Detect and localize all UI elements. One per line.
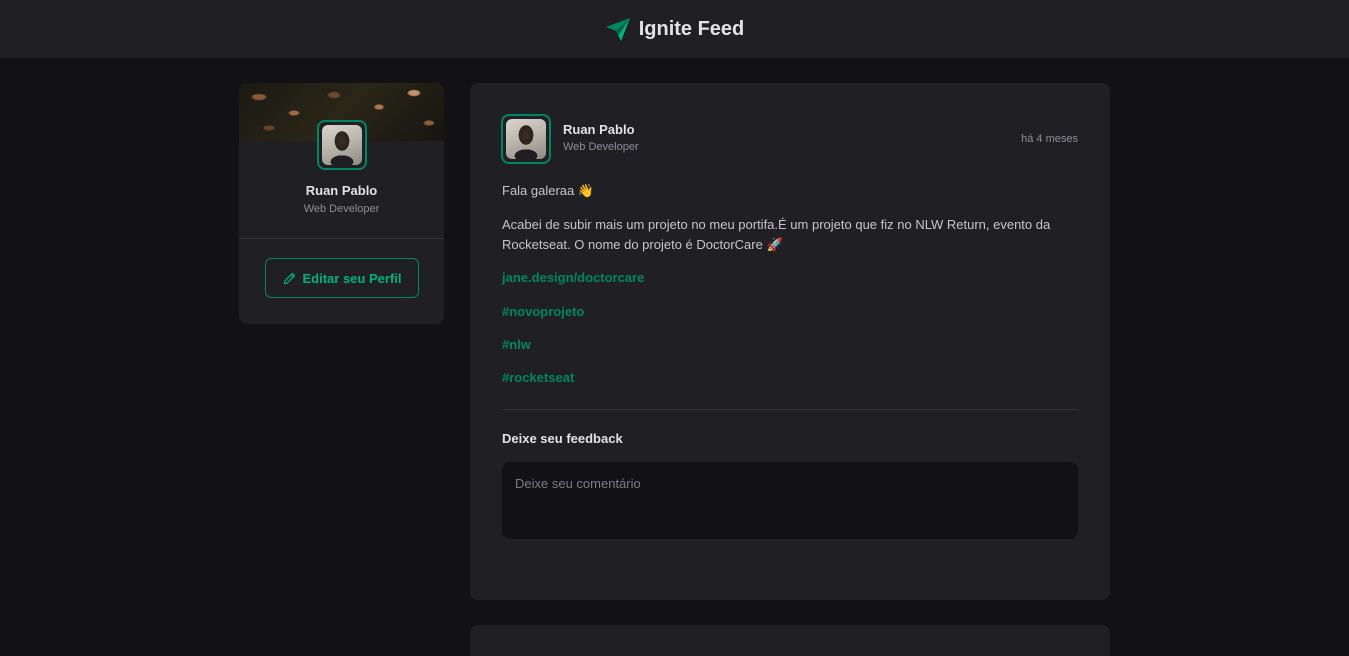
post-author-role: Web Developer [563,141,639,153]
app-title: Ignite Feed [638,17,745,40]
hashtag-nlw[interactable]: #nlw [502,337,531,352]
avatar[interactable] [501,114,551,164]
profile-sidebar: Ruan Pablo Web Developer Editar seu Perf… [239,83,444,324]
hashtag-rocketseat[interactable]: #rocketseat [502,370,574,385]
profile-role: Web Developer [303,203,380,215]
feedback-title: Deixe seu feedback [502,431,623,446]
pencil-icon [283,272,295,284]
post-link[interactable]: jane.design/doctorcare [502,270,644,285]
paper-plane-icon [605,18,630,41]
next-post-card [470,625,1110,656]
post-timestamp: há 4 meses [1021,133,1078,145]
post-card: Ruan Pablo Web Developer há 4 meses Fala… [470,83,1110,600]
divider [239,238,444,239]
avatar-image [322,125,362,165]
avatar-image [506,119,546,159]
divider [502,409,1078,410]
avatar [317,120,367,170]
post-author-name: Ruan Pablo [563,122,635,137]
app-header: Ignite Feed [0,0,1349,58]
comment-input[interactable] [502,462,1078,539]
edit-profile-button[interactable]: Editar seu Perfil [265,258,419,298]
edit-profile-label: Editar seu Perfil [302,270,402,286]
post-body: Acabei de subir mais um projeto no meu p… [502,217,1051,252]
post-greeting: Fala galeraa 👋 [502,183,595,198]
hashtag-novoprojeto[interactable]: #novoprojeto [502,304,584,319]
logo: Ignite Feed [605,16,745,42]
profile-name: Ruan Pablo [305,183,378,198]
